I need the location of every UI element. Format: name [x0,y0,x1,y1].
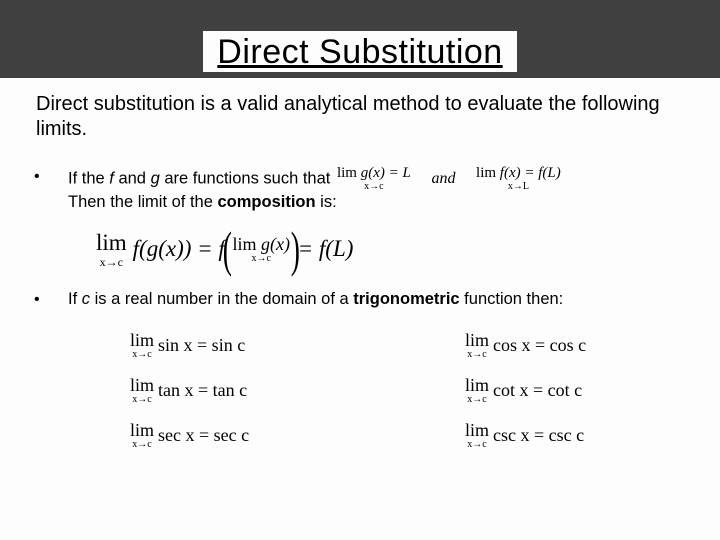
intro-text: Direct substitution is a valid analytica… [34,92,686,142]
b1-line2c: is: [316,193,337,211]
big-eq-fg: f(g(x)) = f [133,236,225,262]
big-lim-outer: lim x→c [96,231,127,268]
big-lim-inner-top: lim g(x) [232,235,290,253]
big-lim-top: lim [96,231,127,254]
bullet-2: • If c is a real number in the domain of… [0,289,720,310]
bullet-marker: • [34,166,68,186]
bullet-1: • If the f and g are functions such that… [0,166,720,213]
b2-suffix: function then: [460,290,564,308]
b1-prefix: If the [68,169,109,187]
big-paren-right: ) [291,229,300,269]
b2-trig: trigonometric [353,290,459,308]
big-lim-inner: lim g(x) x→c [232,235,290,264]
trig-grid: limx→c sin x = sin c limx→c cos x = cos … [130,331,720,450]
b2-c: c [82,290,90,308]
big-lim-inner-bot: x→c [252,254,271,264]
bullet-marker: • [34,289,68,309]
bullet-2-body: If c is a real number in the domain of a… [68,289,686,310]
trig-cot: limx→c cot x = cot c [465,376,720,405]
b1-lim1-bot: x→c [364,182,383,192]
trig-tan: limx→c tan x = tan c [130,376,385,405]
b1-line2b: composition [218,193,316,211]
title-bar: Direct Substitution [0,0,720,78]
slide-title: Direct Substitution [217,33,502,71]
b1-and-word: and [431,170,455,187]
b1-lim1-top: lim g(x) = L [337,166,411,181]
b1-lim1: lim g(x) = L x→c [337,166,411,192]
title-inner: Direct Substitution [203,31,516,72]
b1-mid: are functions such that [160,169,335,187]
big-paren-left: ( [223,229,232,269]
trig-cos: limx→c cos x = cos c [465,331,720,360]
composition-equation: lim x→c f(g(x)) = f ( lim g(x) x→c ) = f… [96,219,720,279]
b1-and1: and [114,169,151,187]
b2-mid: is a real number in the domain of a [90,290,353,308]
b1-line2a: Then the limit of the [68,193,218,211]
b1-lim2-top: lim f(x) = f(L) [476,166,561,181]
b1-lim2-bot: x→L [508,182,529,192]
trig-csc: limx→c csc x = csc c [465,421,720,450]
trig-sin: limx→c sin x = sin c [130,331,385,360]
trig-sec: limx→c sec x = sec c [130,421,385,450]
big-eq-tail: = f(L) [298,236,354,262]
big-lim-bot: x→c [100,256,123,268]
b1-g: g [151,169,160,187]
b2-prefix: If [68,290,82,308]
b1-lim2: lim f(x) = f(L) x→L [476,166,561,192]
bullet-1-body: If the f and g are functions such that l… [68,166,686,213]
